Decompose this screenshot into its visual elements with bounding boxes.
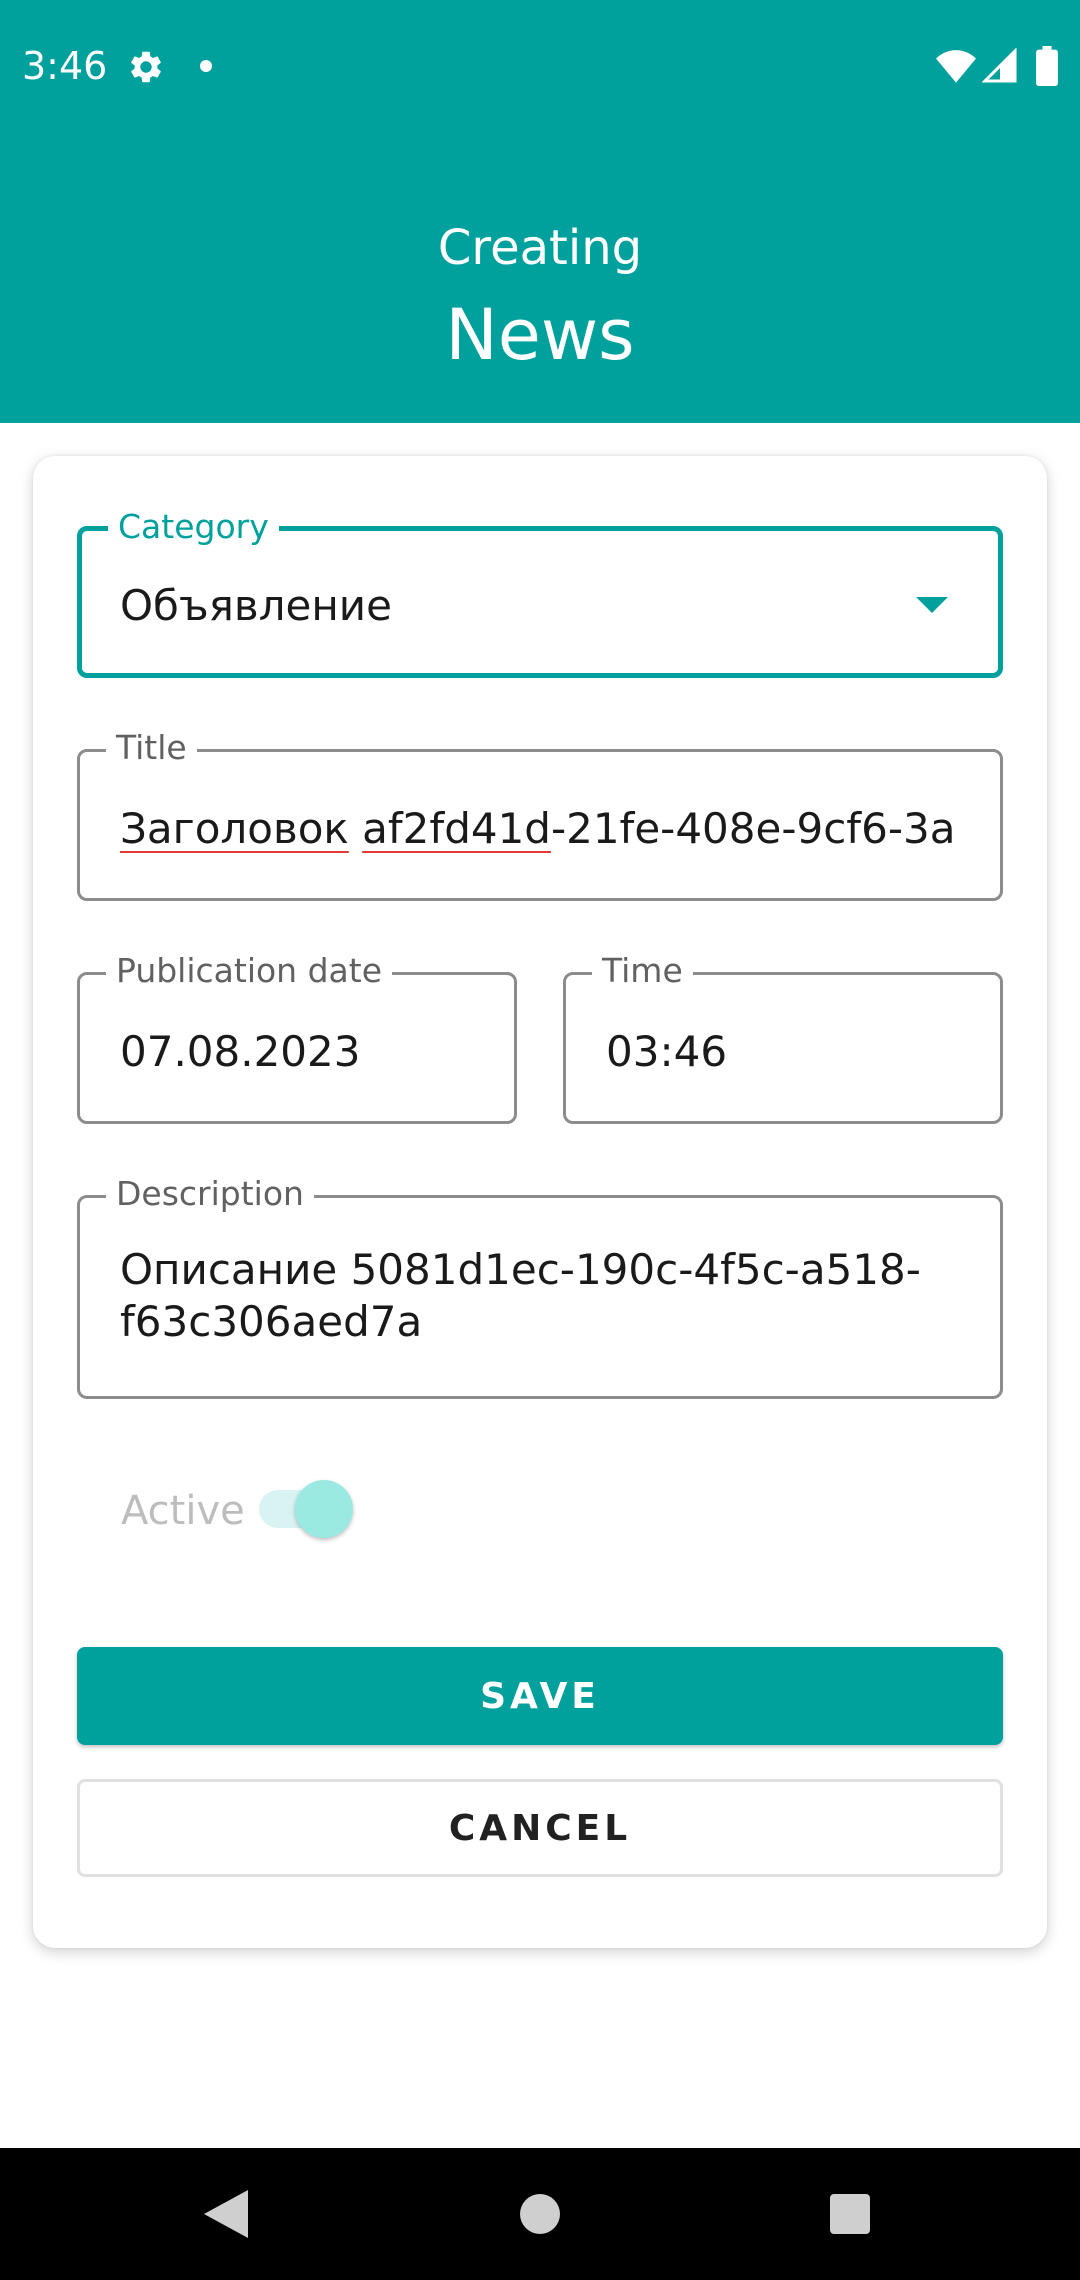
- time-label: Time: [592, 951, 693, 991]
- wifi-icon: [936, 50, 976, 83]
- publication-date-field[interactable]: Publication date 07.08.2023: [77, 951, 517, 1124]
- status-bar: 3:46: [0, 0, 1080, 134]
- title-value-word1: Заголовок: [120, 804, 349, 853]
- title-value-word2: af2fd41d: [362, 804, 551, 853]
- battery-icon: [1036, 46, 1058, 86]
- header-subtitle: Creating: [437, 220, 643, 276]
- save-button[interactable]: SAVE: [77, 1647, 1003, 1745]
- dropdown-arrow-icon: [916, 597, 948, 613]
- news-form-card: Category Объявление Title Заголовок af2f…: [33, 456, 1047, 1948]
- recents-icon[interactable]: [830, 2194, 870, 2234]
- category-value: Объявление: [120, 581, 392, 630]
- notification-dot-icon: [200, 60, 212, 72]
- title-value: Заголовок af2fd41d-21fe-408e-9cf6-3a12a: [120, 804, 960, 853]
- signal-icon: [982, 48, 1017, 83]
- home-icon[interactable]: [520, 2194, 560, 2234]
- time-field[interactable]: Time 03:46: [563, 951, 1003, 1124]
- description-value: Описание 5081d1ec-190c-4f5c-a518-f63c306…: [120, 1245, 921, 1346]
- publication-date-value: 07.08.2023: [120, 1027, 361, 1076]
- cancel-button[interactable]: CANCEL: [77, 1779, 1003, 1877]
- category-label: Category: [108, 507, 279, 547]
- app-header: Creating News: [0, 134, 1080, 423]
- back-icon[interactable]: [204, 2190, 248, 2238]
- active-switch-thumb: [295, 1480, 353, 1538]
- publication-date-label: Publication date: [106, 951, 392, 991]
- status-time: 3:46: [22, 44, 108, 88]
- title-value-rest: -21fe-408e-9cf6-3a12a: [550, 804, 960, 853]
- description-label: Description: [106, 1174, 314, 1214]
- description-field[interactable]: Description Описание 5081d1ec-190c-4f5c-…: [77, 1174, 1003, 1399]
- title-field[interactable]: Title Заголовок af2fd41d-21fe-408e-9cf6-…: [77, 728, 1003, 901]
- gear-icon: [131, 51, 161, 83]
- active-switch[interactable]: [253, 1470, 363, 1546]
- navigation-bar: [0, 2148, 1080, 2280]
- title-label: Title: [106, 728, 197, 768]
- active-label: Active: [121, 1488, 245, 1534]
- page-title: News: [445, 294, 635, 376]
- category-dropdown[interactable]: Category Объявление: [77, 507, 1003, 678]
- time-value: 03:46: [606, 1027, 728, 1076]
